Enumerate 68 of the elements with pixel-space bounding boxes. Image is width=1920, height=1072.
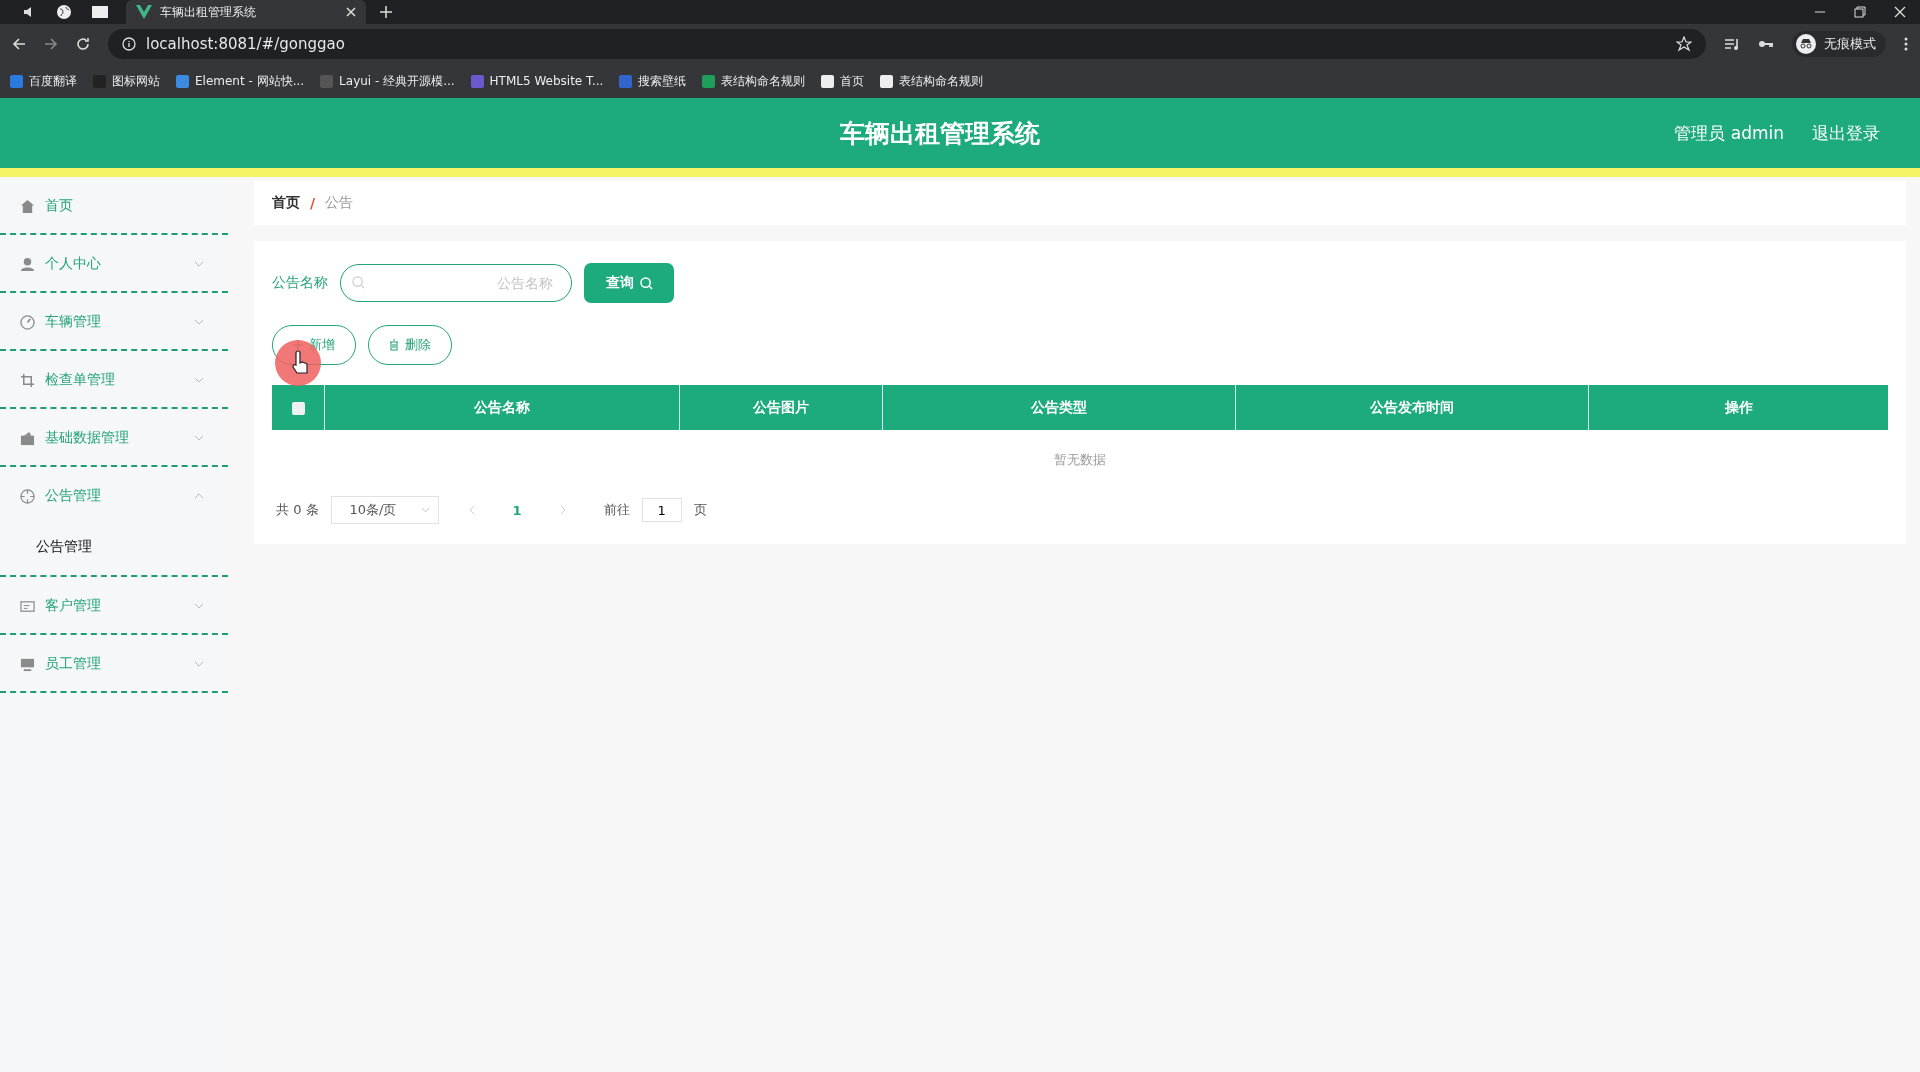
close-icon[interactable] bbox=[346, 7, 356, 17]
breadcrumb-item[interactable]: 首页 bbox=[272, 194, 300, 212]
crop-icon bbox=[20, 372, 35, 388]
breadcrumb-item: 公告 bbox=[325, 194, 354, 212]
chevron-icon bbox=[194, 319, 204, 325]
bookmark[interactable]: 首页 bbox=[821, 72, 865, 90]
search-icon bbox=[352, 276, 365, 289]
chevron-icon bbox=[420, 507, 430, 513]
bookmark[interactable]: 表结构命名规则 bbox=[880, 72, 984, 90]
incognito-button[interactable]: 无痕模式 bbox=[1792, 31, 1886, 57]
page-unit: 页 bbox=[693, 501, 707, 519]
forward-icon[interactable] bbox=[44, 37, 58, 51]
new-tab-icon[interactable] bbox=[380, 6, 392, 18]
user-label: 管理员 admin bbox=[1674, 121, 1784, 145]
column-header: 公告发布时间 bbox=[1235, 385, 1589, 430]
address-field[interactable]: localhost:8081/#/gonggao bbox=[108, 29, 1706, 59]
trash-icon bbox=[389, 339, 399, 351]
search-label: 公告名称 bbox=[272, 274, 328, 292]
column-header: 公告名称 bbox=[324, 385, 680, 430]
info-icon[interactable] bbox=[122, 37, 136, 51]
globe-icon[interactable] bbox=[56, 4, 72, 20]
bookmark[interactable]: 表结构命名规则 bbox=[702, 72, 806, 90]
menu-icon[interactable] bbox=[1904, 37, 1908, 51]
close-icon[interactable] bbox=[1894, 6, 1906, 18]
home-icon bbox=[20, 198, 35, 214]
goto-label: 前往 bbox=[603, 501, 630, 519]
card-icon bbox=[20, 598, 35, 614]
bookmark[interactable]: Layui - 经典开源模... bbox=[320, 72, 455, 90]
total-count: 共 0 条 bbox=[276, 501, 319, 519]
goto-page-field[interactable]: 1 bbox=[641, 498, 682, 522]
vue-logo-icon bbox=[136, 5, 152, 19]
back-icon[interactable] bbox=[12, 37, 26, 51]
select-all-checkbox[interactable] bbox=[291, 402, 305, 415]
monitor-icon bbox=[20, 656, 35, 672]
app-title: 车辆出租管理系统 bbox=[840, 117, 1040, 150]
star-icon[interactable] bbox=[1676, 36, 1692, 52]
bookmark[interactable]: 百度翻译 bbox=[10, 72, 77, 90]
breadcrumb-separator: / bbox=[310, 195, 316, 211]
bookmark[interactable]: 图标网站 bbox=[93, 72, 160, 90]
gauge-icon bbox=[20, 314, 35, 330]
browser-tab[interactable]: 车辆出租管理系统 bbox=[126, 0, 366, 24]
bookmark[interactable]: Element - 网站快... bbox=[176, 72, 305, 90]
column-header: 公告类型 bbox=[882, 385, 1236, 430]
key-icon[interactable] bbox=[1758, 39, 1774, 49]
column-header: 公告图片 bbox=[679, 385, 883, 430]
search-icon bbox=[639, 276, 653, 290]
click-highlight-icon bbox=[274, 339, 322, 387]
chevron-icon bbox=[194, 435, 204, 441]
chevron-icon bbox=[194, 661, 204, 667]
chevron-icon bbox=[194, 377, 204, 383]
submenu-item[interactable]: 公告管理 bbox=[0, 521, 228, 573]
bookmark[interactable]: HTML5 Website T... bbox=[470, 74, 604, 88]
incognito-icon bbox=[1796, 34, 1816, 54]
wallet-icon bbox=[20, 430, 35, 446]
user-icon bbox=[20, 256, 35, 272]
search-field[interactable]: 公告名称 bbox=[340, 264, 572, 302]
column-header: 操作 bbox=[1588, 385, 1888, 430]
page-size-select[interactable]: 10条/页 bbox=[330, 496, 439, 524]
reload-icon[interactable] bbox=[76, 37, 90, 51]
window-icon[interactable] bbox=[92, 5, 108, 19]
restore-icon[interactable] bbox=[1854, 6, 1866, 18]
chevron-icon bbox=[194, 261, 204, 267]
playlist-icon[interactable] bbox=[1724, 37, 1740, 51]
chevron-icon bbox=[194, 493, 204, 499]
crosshair-icon bbox=[20, 488, 35, 504]
chevron-icon bbox=[194, 603, 204, 609]
empty-message: 暂无数据 bbox=[1054, 452, 1106, 467]
bookmark[interactable]: 搜索壁纸 bbox=[619, 72, 687, 90]
